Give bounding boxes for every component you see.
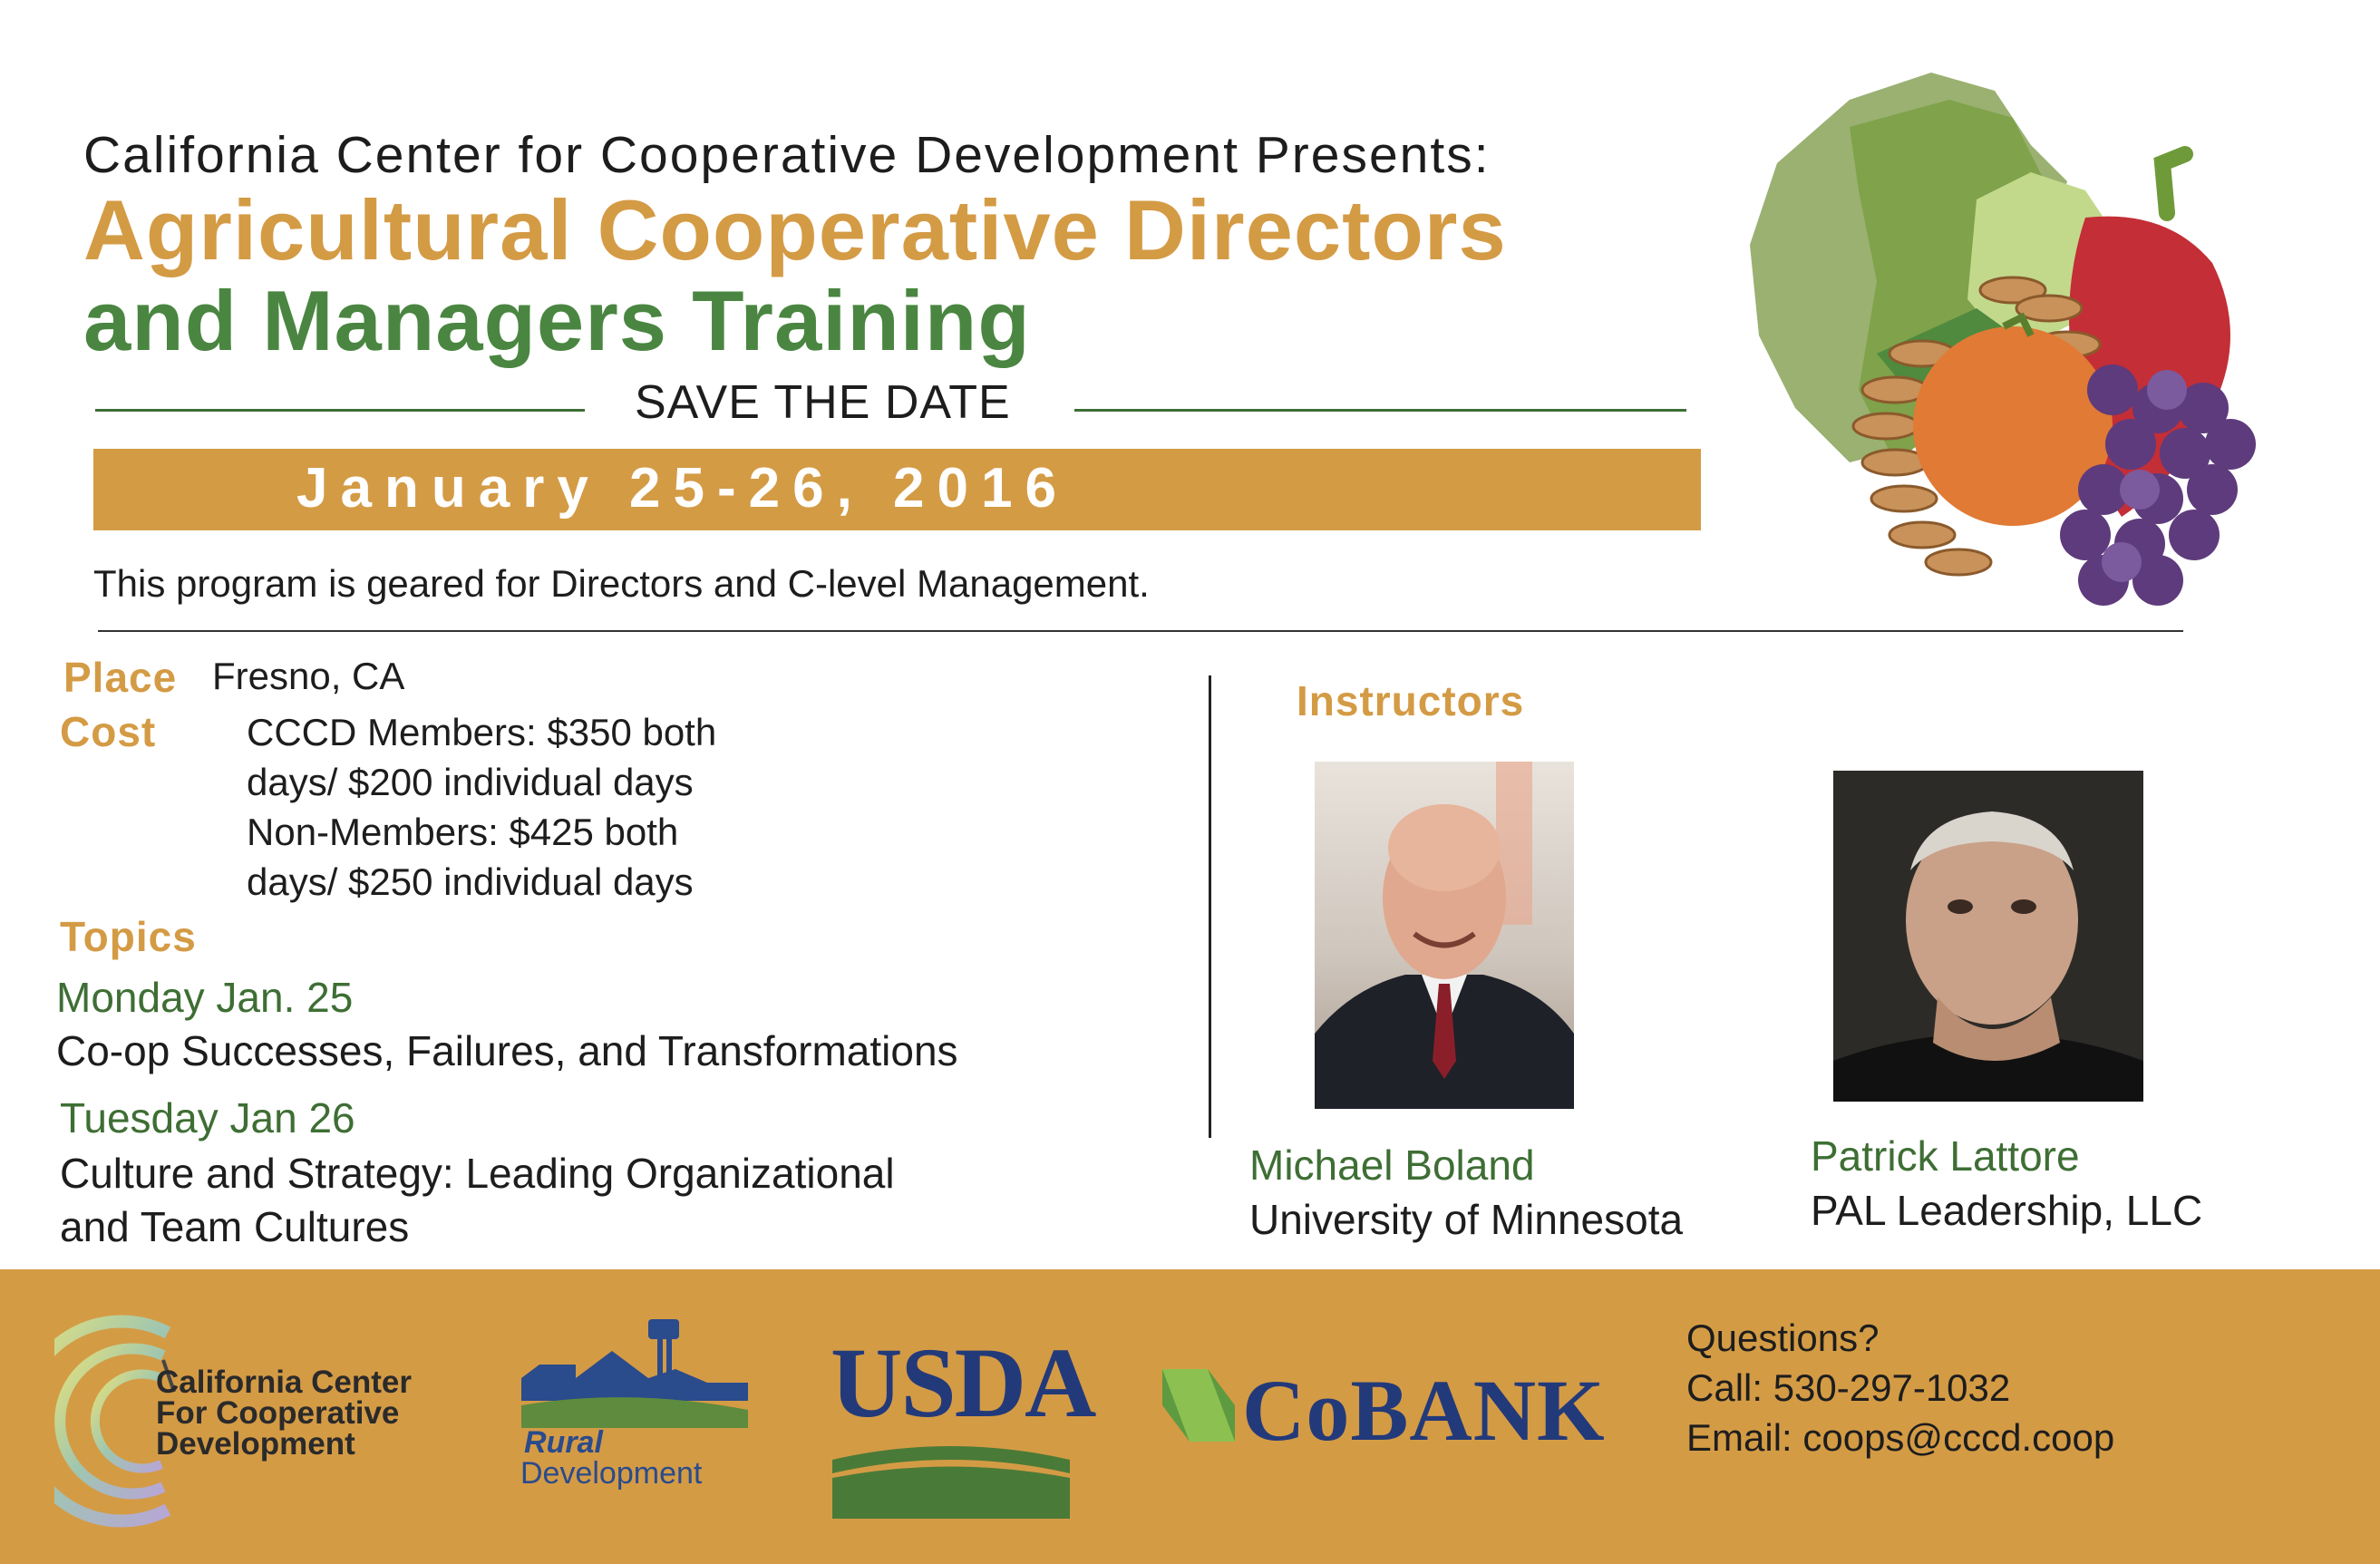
cost-details: CCCD Members: $350 both days/ $200 indiv… [247, 707, 716, 907]
place-value: Fresno, CA [212, 655, 405, 697]
usda-logo-text: USDA [831, 1327, 1096, 1438]
tuesday-topic-line: and Team Cultures [60, 1203, 410, 1250]
cccd-logo-text: California Center For Cooperative Develo… [156, 1365, 412, 1462]
place-label: Place [63, 654, 178, 701]
title-line-1: Agricultural Cooperative Directors [83, 182, 1507, 277]
cost-line: CCCD Members: $350 both [247, 711, 717, 753]
tuesday-label: Tuesday Jan 26 [60, 1094, 355, 1141]
cost-label: Cost [60, 708, 157, 755]
rural-development-text: Development [520, 1456, 703, 1491]
instructor-name: Patrick Lattore [1811, 1132, 2080, 1180]
column-divider [1209, 675, 1211, 1138]
save-date-rule-left [95, 409, 585, 412]
usda-logo-icon [832, 1446, 1070, 1519]
monday-topic: Co-op Successes, Failures, and Transform… [56, 1027, 958, 1074]
instructor-org: PAL Leadership, LLC [1811, 1187, 2203, 1234]
cobank-logo-icon [1162, 1369, 1235, 1442]
audience-note: This program is geared for Directors and… [93, 562, 1150, 605]
tuesday-topic-line: Culture and Strategy: Leading Organizati… [60, 1150, 895, 1197]
title-line-2: and Managers Training [83, 273, 1031, 368]
instructor-org: University of Minnesota [1249, 1196, 1684, 1243]
event-date: January 25-26, 2016 [296, 457, 1069, 520]
date-banner: January 25-26, 2016 [93, 449, 1701, 530]
contact-phone: Call: 530-297-1032 [1686, 1366, 2011, 1409]
save-date-rule-right [1074, 409, 1686, 412]
instructor-photo-patrick-lattore [1833, 771, 2143, 1102]
contact-info: Questions? Call: 530-297-1032 Email: coo… [1686, 1313, 2114, 1462]
cccd-logo-line: Development [156, 1426, 355, 1462]
rural-development-logo-icon [521, 1319, 748, 1428]
monday-label: Monday Jan. 25 [56, 974, 354, 1021]
instructor-name: Michael Boland [1249, 1141, 1535, 1189]
cccd-logo-line: For Cooperative [156, 1395, 400, 1431]
tuesday-topic: Culture and Strategy: Leading Organizati… [60, 1147, 895, 1254]
cobank-logo-text: CoBANK [1242, 1362, 1606, 1459]
cost-line: days/ $200 individual days [247, 761, 694, 803]
instructors-label: Instructors [1297, 677, 1525, 724]
section-divider [98, 630, 2183, 632]
cost-line: days/ $250 individual days [247, 860, 694, 903]
sponsor-footer: California Center For Cooperative Develo… [0, 1269, 2380, 1564]
contact-email: Email: coops@cccd.coop [1686, 1416, 2115, 1459]
topics-label: Topics [60, 913, 197, 960]
presenter-line: California Center for Cooperative Develo… [83, 126, 1491, 184]
contact-line: Questions? [1686, 1316, 1880, 1359]
produce-illustration [1750, 73, 2256, 606]
save-the-date: SAVE THE DATE [635, 376, 1011, 429]
cccd-logo-line: California Center [156, 1365, 412, 1400]
cost-line: Non-Members: $425 both [247, 811, 679, 853]
instructor-photo-michael-boland [1315, 762, 1574, 1109]
